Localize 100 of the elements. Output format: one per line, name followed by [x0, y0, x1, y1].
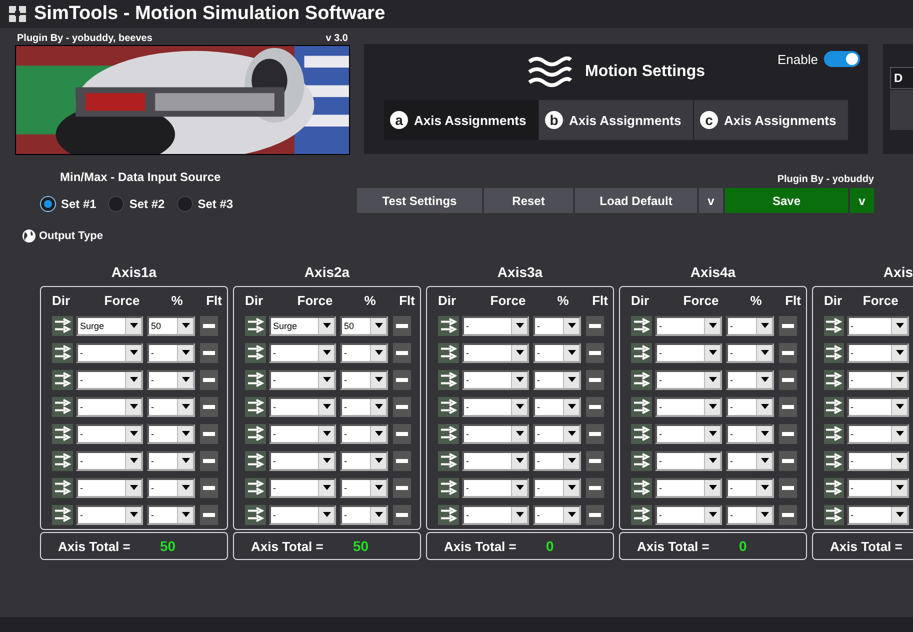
radio-button[interactable]	[40, 196, 56, 212]
filter-button[interactable]	[393, 504, 411, 524]
percent-dropdown[interactable]: -	[533, 316, 581, 336]
force-dropdown[interactable]: -	[462, 504, 529, 524]
direction-button[interactable]	[245, 450, 266, 470]
direction-button[interactable]	[438, 504, 459, 524]
percent-dropdown[interactable]: -	[726, 370, 774, 390]
filter-button[interactable]	[393, 450, 411, 470]
action-button[interactable]: Load Default	[575, 188, 697, 213]
filter-button[interactable]	[393, 396, 411, 416]
direction-button[interactable]	[631, 316, 652, 336]
force-dropdown[interactable]: Surge	[76, 316, 143, 336]
percent-dropdown[interactable]: -	[726, 316, 774, 336]
direction-button[interactable]	[245, 316, 266, 336]
filter-button[interactable]	[779, 396, 797, 416]
percent-dropdown[interactable]: -	[147, 342, 195, 362]
direction-button[interactable]	[438, 316, 459, 336]
percent-dropdown[interactable]: -	[340, 450, 388, 470]
force-dropdown[interactable]: -	[269, 370, 336, 390]
filter-button[interactable]	[586, 342, 604, 362]
filter-button[interactable]	[586, 424, 604, 444]
force-dropdown[interactable]: -	[846, 504, 909, 524]
force-dropdown[interactable]: -	[76, 342, 143, 362]
direction-button[interactable]	[824, 424, 844, 444]
filter-button[interactable]	[779, 478, 797, 498]
dropdown-button[interactable]: v	[699, 188, 723, 213]
force-dropdown[interactable]: -	[655, 396, 722, 416]
filter-button[interactable]	[200, 316, 218, 336]
percent-dropdown[interactable]: -	[147, 504, 195, 524]
filter-button[interactable]	[200, 342, 218, 362]
filter-button[interactable]	[779, 316, 797, 336]
direction-button[interactable]	[245, 504, 266, 524]
force-dropdown[interactable]: -	[846, 396, 909, 416]
percent-dropdown[interactable]: -	[533, 478, 581, 498]
force-dropdown[interactable]: -	[269, 504, 336, 524]
percent-dropdown[interactable]: -	[533, 504, 581, 524]
percent-dropdown[interactable]: -	[533, 424, 581, 444]
direction-button[interactable]	[52, 478, 73, 498]
axis-assignments-tab[interactable]: a Axis Assignments	[384, 100, 538, 140]
percent-dropdown[interactable]: -	[726, 396, 774, 416]
direction-button[interactable]	[631, 450, 652, 470]
direction-button[interactable]	[245, 478, 266, 498]
filter-button[interactable]	[586, 504, 604, 524]
save-button[interactable]: Save	[725, 188, 848, 213]
force-dropdown[interactable]: -	[269, 478, 336, 498]
force-dropdown[interactable]: -	[846, 370, 909, 390]
filter-button[interactable]	[779, 450, 797, 470]
percent-dropdown[interactable]: 50	[340, 316, 388, 336]
percent-dropdown[interactable]: -	[533, 342, 581, 362]
direction-button[interactable]	[631, 478, 652, 498]
direction-button[interactable]	[245, 370, 266, 390]
percent-dropdown[interactable]: -	[340, 478, 388, 498]
force-dropdown[interactable]: -	[462, 370, 529, 390]
direction-button[interactable]	[438, 424, 459, 444]
percent-dropdown[interactable]: -	[147, 424, 195, 444]
direction-button[interactable]	[438, 342, 459, 362]
direction-button[interactable]	[824, 370, 844, 390]
axis-assignments-tab[interactable]: b Axis Assignments	[539, 100, 693, 140]
filter-button[interactable]	[200, 504, 218, 524]
filter-button[interactable]	[200, 478, 218, 498]
action-button[interactable]: Reset	[484, 188, 573, 213]
filter-button[interactable]	[586, 370, 604, 390]
force-dropdown[interactable]: -	[462, 450, 529, 470]
action-button[interactable]: Test Settings	[357, 188, 482, 213]
force-dropdown[interactable]: -	[462, 316, 529, 336]
percent-dropdown[interactable]: -	[340, 504, 388, 524]
filter-button[interactable]	[586, 396, 604, 416]
direction-button[interactable]	[245, 342, 266, 362]
filter-button[interactable]	[393, 478, 411, 498]
filter-button[interactable]	[586, 316, 604, 336]
percent-dropdown[interactable]: -	[533, 370, 581, 390]
force-dropdown[interactable]: -	[269, 396, 336, 416]
percent-dropdown[interactable]: -	[340, 424, 388, 444]
direction-button[interactable]	[631, 504, 652, 524]
force-dropdown[interactable]: -	[655, 450, 722, 470]
force-dropdown[interactable]: -	[655, 342, 722, 362]
filter-button[interactable]	[779, 424, 797, 444]
percent-dropdown[interactable]: -	[726, 478, 774, 498]
force-dropdown[interactable]: -	[655, 424, 722, 444]
force-dropdown[interactable]: -	[846, 450, 909, 470]
filter-button[interactable]	[586, 450, 604, 470]
percent-dropdown[interactable]: -	[147, 370, 195, 390]
force-dropdown[interactable]: -	[655, 370, 722, 390]
direction-button[interactable]	[245, 424, 266, 444]
force-dropdown[interactable]: -	[462, 478, 529, 498]
force-dropdown[interactable]: -	[269, 424, 336, 444]
direction-button[interactable]	[52, 396, 73, 416]
filter-button[interactable]	[200, 396, 218, 416]
percent-dropdown[interactable]: -	[533, 396, 581, 416]
direction-button[interactable]	[631, 396, 652, 416]
filter-button[interactable]	[779, 370, 797, 390]
direction-button[interactable]	[52, 316, 73, 336]
direction-button[interactable]	[631, 424, 652, 444]
axis-assignments-tab[interactable]: c Axis Assignments	[694, 100, 848, 140]
filter-button[interactable]	[393, 316, 411, 336]
force-dropdown[interactable]: -	[269, 342, 336, 362]
filter-button[interactable]	[779, 504, 797, 524]
filter-button[interactable]	[393, 342, 411, 362]
percent-dropdown[interactable]: -	[726, 450, 774, 470]
force-dropdown[interactable]: -	[76, 396, 143, 416]
